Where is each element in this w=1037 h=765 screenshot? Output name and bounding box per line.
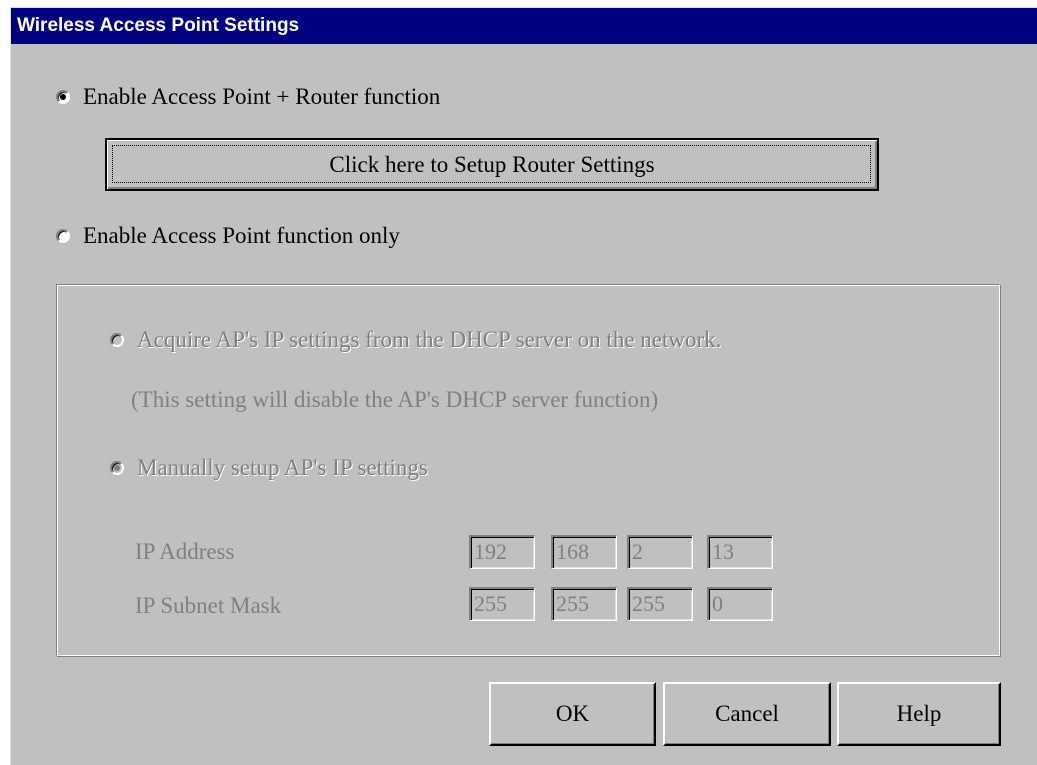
dhcp-note: (This setting will disable the AP's DHCP…	[131, 387, 659, 412]
ip-address-octet-2[interactable]: 168	[551, 535, 617, 569]
subnet-mask-label: IP Subnet Mask	[135, 593, 282, 618]
window-title: Wireless Access Point Settings	[17, 15, 300, 36]
wireless-ap-settings-dialog: Wireless Access Point Settings Enable Ac…	[10, 7, 1037, 765]
cancel-button[interactable]: Cancel	[663, 682, 831, 746]
router-mode-label[interactable]: Enable Access Point + Router function	[83, 84, 440, 110]
ip-address-octet-4[interactable]: 13	[707, 535, 773, 569]
ap-only-mode-option[interactable]: Enable Access Point function only	[56, 223, 400, 249]
help-label: Help	[896, 701, 942, 726]
ap-ip-settings-group: Acquire AP's IP settings from the DHCP s…	[56, 284, 1000, 656]
router-mode-option[interactable]: Enable Access Point + Router function	[56, 84, 440, 110]
dhcp-radio[interactable]	[110, 333, 124, 347]
dhcp-label[interactable]: Acquire AP's IP settings from the DHCP s…	[137, 327, 721, 353]
setup-router-settings-button[interactable]: Click here to Setup Router Settings	[105, 138, 879, 191]
dhcp-option[interactable]: Acquire AP's IP settings from the DHCP s…	[110, 327, 721, 353]
manual-ip-radio[interactable]	[110, 461, 124, 475]
window-title-bar[interactable]: Wireless Access Point Settings	[11, 8, 1037, 44]
ip-address-octet-1[interactable]: 192	[469, 535, 535, 569]
ap-only-mode-radio[interactable]	[56, 229, 70, 243]
ok-label: OK	[555, 701, 590, 726]
focus-rectangle	[112, 145, 871, 183]
ip-address-octet-3[interactable]: 2	[627, 535, 693, 569]
subnet-mask-octet-2[interactable]: 255	[551, 587, 617, 621]
subnet-mask-octet-1[interactable]: 255	[469, 587, 535, 621]
ap-only-mode-label[interactable]: Enable Access Point function only	[83, 223, 400, 249]
manual-ip-label[interactable]: Manually setup AP's IP settings	[137, 455, 428, 481]
help-button[interactable]: Help	[837, 682, 1001, 746]
cancel-label: Cancel	[715, 701, 779, 726]
manual-ip-option[interactable]: Manually setup AP's IP settings	[110, 455, 428, 481]
subnet-mask-octet-3[interactable]: 255	[627, 587, 693, 621]
ok-button[interactable]: OK	[489, 682, 656, 746]
subnet-mask-octet-4[interactable]: 0	[707, 587, 773, 621]
router-mode-radio[interactable]	[56, 90, 70, 104]
ip-address-label: IP Address	[135, 539, 235, 564]
